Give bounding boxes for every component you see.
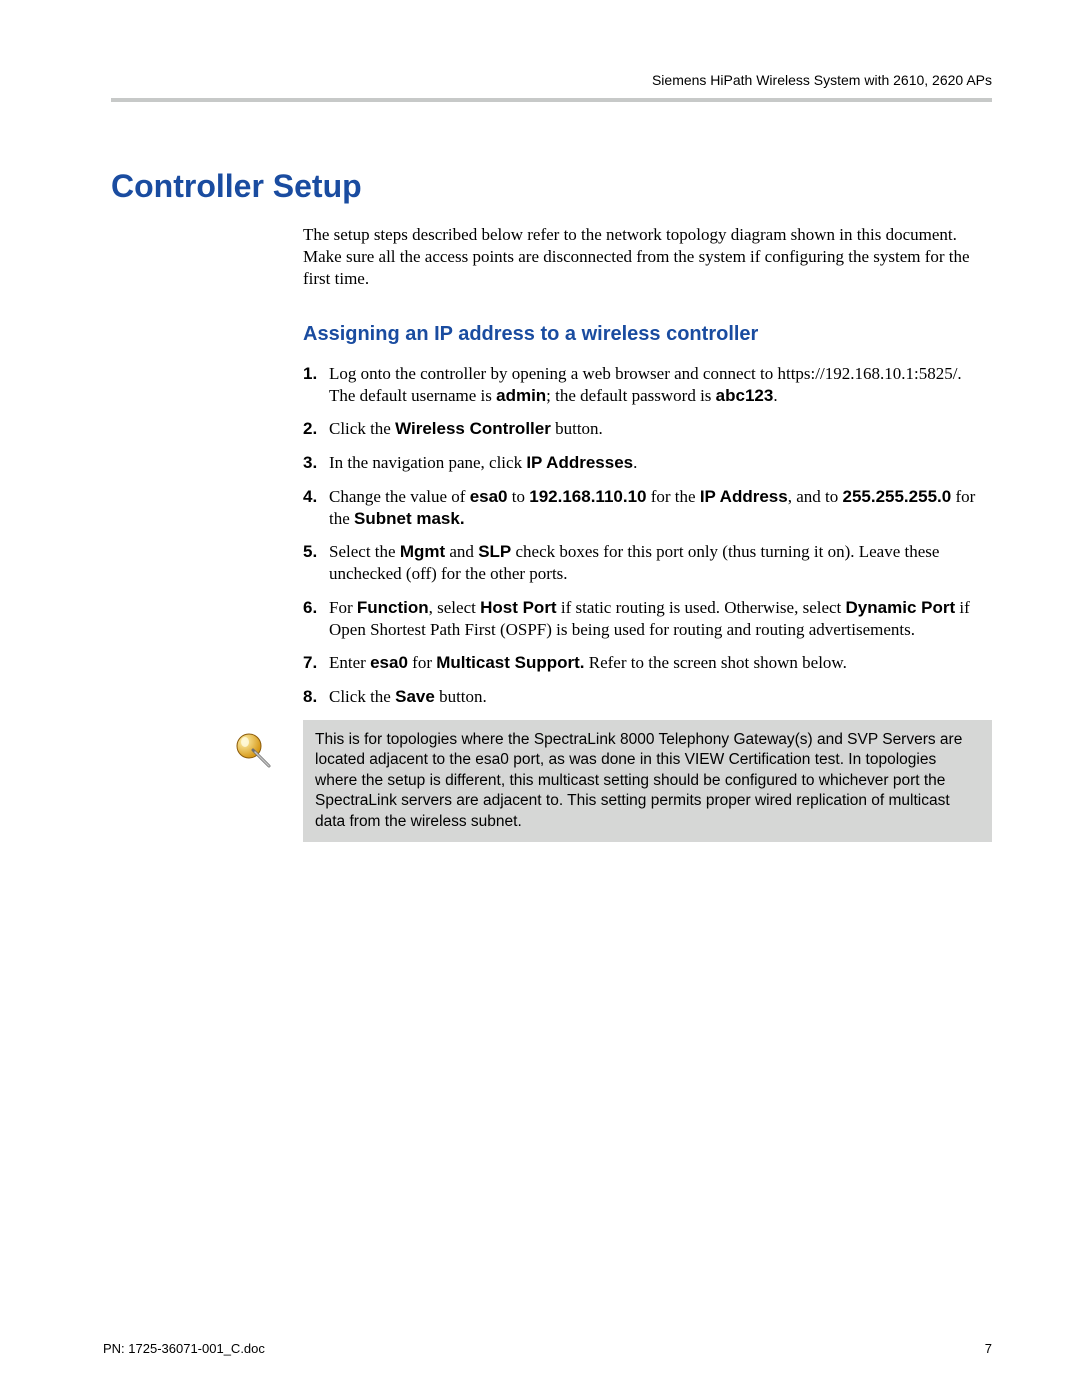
intro-text: The setup steps described below refer to…	[303, 224, 992, 290]
step-2: Click the Wireless Controller button.	[303, 418, 992, 440]
page-title: Controller Setup	[111, 166, 992, 206]
note-box: This is for topologies where the Spectra…	[303, 720, 992, 842]
section-heading: Assigning an IP address to a wireless co…	[303, 322, 992, 347]
header-product: Siemens HiPath Wireless System with 2610…	[103, 72, 992, 90]
step-5: Select the Mgmt and SLP check boxes for …	[303, 541, 992, 585]
header-rule	[111, 98, 992, 102]
step-6: For Function, select Host Port if static…	[303, 597, 992, 641]
footer-page: 7	[985, 1341, 992, 1357]
step-7: Enter esa0 for Multicast Support. Refer …	[303, 652, 992, 674]
footer-pn: PN: 1725-36071-001_C.doc	[103, 1341, 265, 1357]
steps-list: Log onto the controller by opening a web…	[303, 363, 992, 708]
step-3: In the navigation pane, click IP Address…	[303, 452, 992, 474]
step-4: Change the value of esa0 to 192.168.110.…	[303, 486, 992, 530]
step-8: Click the Save button.	[303, 686, 992, 708]
step-1: Log onto the controller by opening a web…	[303, 363, 992, 407]
pin-icon	[229, 726, 289, 777]
